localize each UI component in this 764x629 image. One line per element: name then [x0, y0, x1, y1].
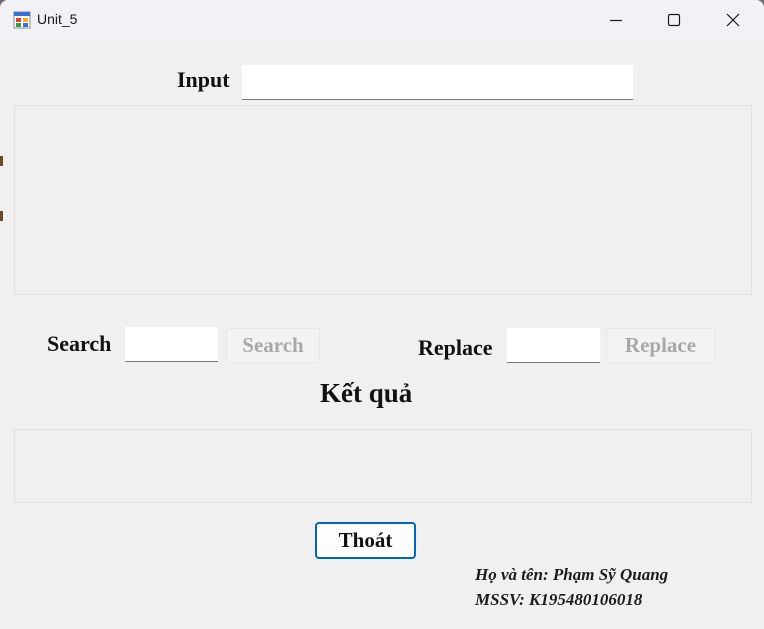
search-button[interactable]: Search: [226, 328, 320, 363]
background-artifact: [0, 211, 3, 221]
result-label: Kết quả: [320, 378, 413, 408]
close-button[interactable]: [704, 0, 762, 40]
input-label: Input: [177, 67, 230, 92]
maximize-icon: [667, 13, 681, 27]
search-input[interactable]: [125, 327, 218, 362]
result-panel: [14, 429, 752, 503]
student-name: Họ và tên: Phạm Sỹ Quang: [475, 565, 669, 584]
exit-button[interactable]: Thoát: [315, 522, 416, 559]
replace-button[interactable]: Replace: [606, 328, 715, 363]
replace-input[interactable]: [507, 328, 600, 363]
app-window: Unit_5 Input Search Search Replace Repla: [0, 0, 764, 629]
minimize-icon: [610, 19, 622, 22]
minimize-button[interactable]: [587, 0, 645, 40]
replace-label: Replace: [418, 335, 493, 360]
title-bar[interactable]: Unit_5: [0, 0, 764, 40]
student-id: MSSV: K195480106018: [475, 590, 643, 609]
input-panel: [14, 105, 752, 295]
search-label: Search: [47, 331, 112, 356]
input-field[interactable]: [242, 65, 633, 100]
maximize-button[interactable]: [645, 0, 703, 40]
background-artifact: [0, 156, 3, 166]
close-icon: [726, 13, 740, 27]
app-icon: [13, 11, 31, 29]
window-title: Unit_5: [37, 11, 78, 27]
